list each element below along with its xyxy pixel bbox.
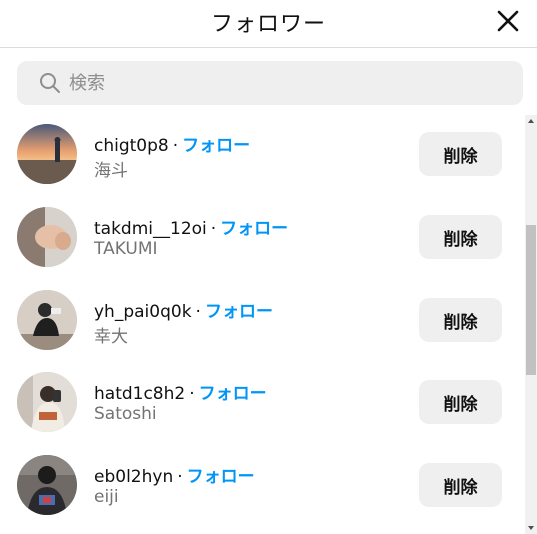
follow-link[interactable]: フォロー	[205, 302, 273, 322]
username-line: yh_pai0q0k · フォロー	[94, 297, 273, 322]
separator-dot: ·	[177, 467, 183, 487]
avatar[interactable]	[17, 372, 77, 432]
scrollbar-thumb[interactable]	[526, 225, 536, 375]
remove-button[interactable]: 削除	[419, 380, 502, 424]
scroll-up-arrow-icon[interactable]	[525, 115, 537, 127]
scroll-down-arrow-icon[interactable]	[525, 522, 537, 534]
list-item: hatd1c8h2 · フォロー Satoshi 削除	[0, 363, 520, 445]
username-line: chigt0p8 · フォロー	[94, 131, 250, 156]
full-name: Satoshi	[94, 404, 157, 424]
list-item: eb0l2hyn · フォロー eiji 削除	[0, 446, 520, 528]
list-item: chigt0p8 · フォロー 海斗 削除	[0, 115, 520, 197]
separator-dot: ·	[195, 302, 201, 322]
follow-link[interactable]: フォロー	[220, 219, 288, 239]
username-line: eb0l2hyn · フォロー	[94, 462, 255, 487]
close-icon	[493, 6, 523, 36]
remove-button[interactable]: 削除	[419, 215, 502, 259]
full-name: 幸大	[94, 327, 128, 347]
username[interactable]: chigt0p8	[94, 136, 169, 156]
avatar[interactable]	[17, 207, 77, 267]
username[interactable]: yh_pai0q0k	[94, 302, 192, 322]
dialog-header: フォロワー	[0, 0, 537, 48]
follow-link[interactable]: フォロー	[182, 136, 250, 156]
full-name: 海斗	[94, 161, 128, 181]
separator-dot: ·	[210, 219, 217, 239]
list-item: yh_pai0q0k · フォロー 幸大 削除	[0, 281, 520, 363]
follow-link[interactable]: フォロー	[199, 384, 267, 404]
username[interactable]: hatd1c8h2	[94, 384, 185, 404]
username-line: hatd1c8h2 · フォロー	[94, 379, 267, 404]
username[interactable]: eb0l2hyn	[94, 467, 173, 487]
separator-dot: ·	[172, 136, 179, 156]
list-item: takdmi__12oi · フォロー TAKUMI 削除	[0, 198, 520, 280]
full-name: TAKUMI	[94, 239, 158, 259]
remove-button[interactable]: 削除	[419, 132, 502, 176]
username-line: takdmi__12oi · フォロー	[94, 214, 288, 239]
username[interactable]: takdmi__12oi	[94, 219, 207, 239]
remove-button[interactable]: 削除	[419, 463, 502, 507]
separator-dot: ·	[189, 384, 195, 404]
search-icon	[39, 72, 61, 94]
followers-list: chigt0p8 · フォロー 海斗 削除 takdmi__12oi · フォロー TA…	[0, 115, 537, 534]
search-input[interactable]	[69, 61, 509, 105]
remove-button[interactable]: 削除	[419, 298, 502, 342]
avatar[interactable]	[17, 455, 77, 515]
scrollbar[interactable]	[525, 115, 537, 534]
avatar[interactable]	[17, 290, 77, 350]
avatar[interactable]	[17, 124, 77, 184]
full-name: eiji	[94, 487, 119, 507]
dialog-title: フォロワー	[210, 12, 326, 37]
follow-link[interactable]: フォロー	[187, 467, 255, 487]
close-button[interactable]	[493, 6, 523, 36]
followers-dialog: フォロワー 検索 chigt0p8 · フォロー 海斗 削除 takdmi__1…	[0, 0, 537, 534]
search-box[interactable]	[17, 61, 523, 105]
